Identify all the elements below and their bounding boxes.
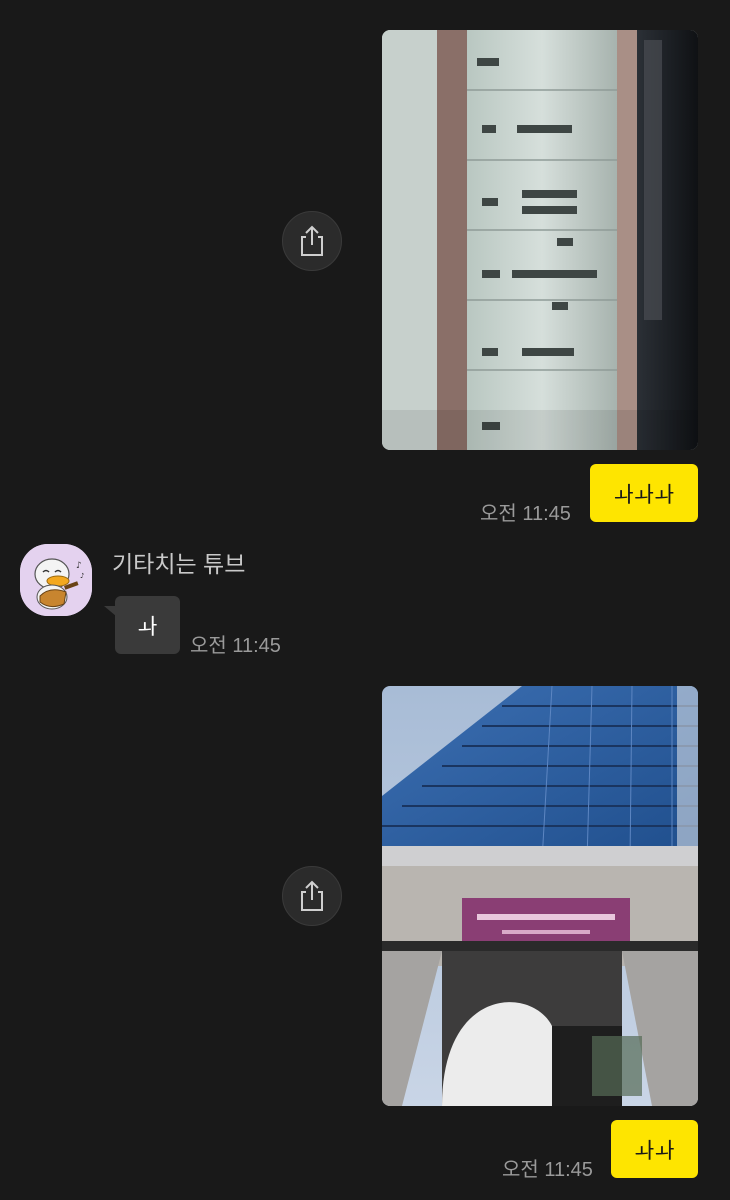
share-icon	[301, 880, 323, 911]
sender-name: 기타치는 튜브	[112, 551, 246, 577]
photo-building-directory[interactable]	[382, 30, 698, 450]
svg-text:♪: ♪	[80, 572, 84, 580]
share-button[interactable]	[282, 211, 342, 271]
my-message-bubble[interactable]: ㅘㅘ	[611, 1120, 698, 1178]
building-directory-image	[382, 30, 698, 450]
share-icon	[301, 225, 323, 256]
message-time: 오전 11:45	[190, 635, 281, 657]
svg-text:♪: ♪	[76, 561, 82, 571]
chat-room: 오전 11:45 ㅘㅘㅘ ♪ ♪ 기타치는 튜브 ㅘ 오전 11:45 오전 1…	[0, 0, 730, 1200]
message-time: 오전 11:45	[480, 503, 571, 525]
photo-building-exterior[interactable]	[382, 686, 698, 1106]
other-message-bubble[interactable]: ㅘ	[115, 596, 180, 654]
share-button[interactable]	[282, 866, 342, 926]
message-time: 오전 11:45	[502, 1159, 593, 1181]
tube-character-avatar-icon: ♪ ♪	[20, 544, 92, 616]
avatar[interactable]: ♪ ♪	[20, 544, 92, 616]
my-message-bubble[interactable]: ㅘㅘㅘ	[590, 464, 698, 522]
building-exterior-image	[382, 686, 698, 1106]
